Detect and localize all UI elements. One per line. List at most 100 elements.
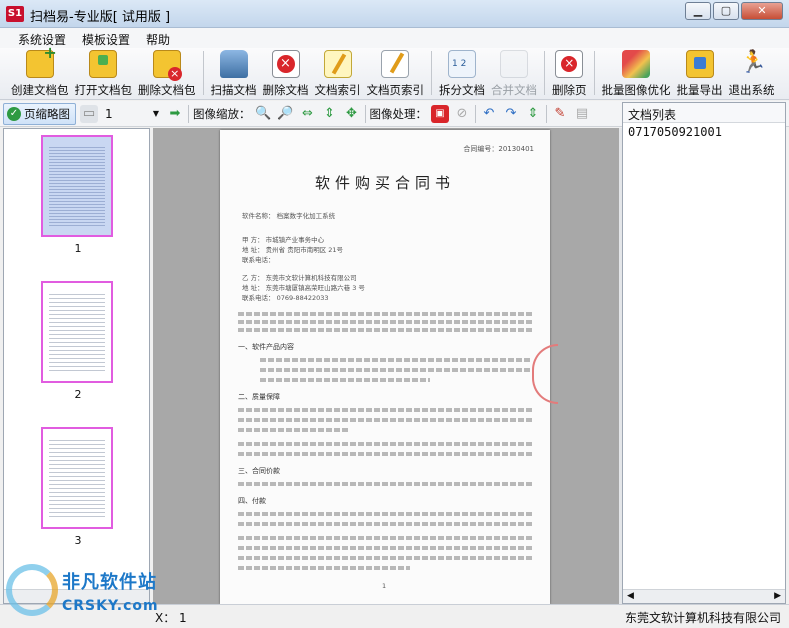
minimize-button[interactable]: ▁ bbox=[685, 2, 711, 20]
body-text bbox=[238, 408, 532, 412]
split-document-label: 拆分文档 bbox=[439, 83, 485, 97]
scan-document-button[interactable]: 扫描文档 bbox=[208, 48, 260, 98]
window-controls: ▁ ▢ ✕ bbox=[685, 2, 783, 20]
menu-template-settings[interactable]: 模板设置 bbox=[74, 28, 138, 48]
rotate-right-icon[interactable]: ↷ bbox=[502, 105, 520, 123]
watermark-url: CRSKY.com bbox=[62, 598, 159, 614]
horizontal-scrollbar[interactable]: ◀ ▶ bbox=[623, 589, 785, 603]
title-bar: S1 扫档易-专业版[ 试用版 ] ▁ ▢ ✕ bbox=[0, 0, 789, 28]
image-disabled-icon[interactable]: ⊘ bbox=[453, 105, 471, 123]
thumbnail-number: 2 bbox=[74, 388, 82, 401]
folder-new-icon bbox=[25, 43, 57, 78]
menu-bar: 系统设置 模板设置 帮助 bbox=[0, 28, 789, 48]
document-page: 合同编号：20130401 软件购买合同书 软件名称： 档案数字化加工系统 甲 … bbox=[220, 130, 558, 604]
document-list-panel: 文档列表 0717050921001 ◀ ▶ bbox=[622, 102, 786, 604]
watermark-text: 非凡软件站 bbox=[62, 572, 157, 593]
scroll-right-icon[interactable]: ▶ bbox=[774, 590, 781, 603]
folder-open-icon bbox=[89, 50, 118, 78]
folder-delete-icon bbox=[152, 50, 182, 81]
party-a-line: 甲 方： 市城镇产业事务中心 bbox=[242, 236, 325, 244]
seal-stamp bbox=[532, 344, 558, 404]
image-color-icon[interactable]: ▣ bbox=[431, 104, 449, 123]
merge-document-icon bbox=[500, 50, 528, 78]
body-text bbox=[238, 418, 532, 422]
fit-width-icon[interactable]: ⇔ bbox=[299, 105, 317, 123]
document-delete-icon bbox=[271, 50, 300, 78]
image-optimize-icon bbox=[622, 50, 650, 78]
export-icon bbox=[685, 50, 714, 78]
batch-export-button[interactable]: 批量导出 bbox=[674, 48, 726, 98]
window-title: 扫档易-专业版[ 试用版 ] bbox=[30, 10, 171, 25]
rotate-left-icon[interactable]: ↶ bbox=[480, 105, 498, 123]
app-logo-icon: S1 bbox=[6, 6, 24, 22]
create-package-label: 创建文档包 bbox=[11, 83, 69, 97]
scan-document-label: 扫描文档 bbox=[210, 83, 257, 97]
zoom-in-icon[interactable]: 🔍 bbox=[255, 105, 273, 123]
body-text bbox=[238, 452, 532, 456]
body-text bbox=[260, 378, 430, 382]
document-viewer[interactable]: 合同编号：20130401 软件购买合同书 软件名称： 档案数字化加工系统 甲 … bbox=[153, 128, 619, 604]
merge-document-button[interactable]: 合并文档 bbox=[488, 48, 540, 98]
body-text bbox=[238, 512, 532, 516]
menu-help[interactable]: 帮助 bbox=[138, 28, 178, 48]
body-text bbox=[238, 536, 532, 540]
exit-system-label: 退出系统 bbox=[728, 83, 775, 97]
image-process-label: 图像处理： bbox=[369, 106, 428, 121]
fit-height-icon[interactable]: ⇕ bbox=[321, 105, 339, 123]
go-page-icon[interactable]: ➡ bbox=[166, 105, 184, 123]
scroll-left-icon[interactable]: ◀ bbox=[627, 590, 634, 603]
body-text bbox=[260, 368, 532, 372]
delete-document-button[interactable]: 删除文档 bbox=[260, 48, 312, 98]
address-a-line: 地 址： 贵州省 贵阳市南明区 21号 bbox=[242, 246, 344, 254]
exit-icon bbox=[738, 50, 767, 78]
scanner-icon bbox=[219, 50, 248, 78]
address-b-line: 地 址： 东莞市塘厦镇高荣旺山路六巷 3 号 bbox=[242, 284, 365, 292]
menu-system-settings[interactable]: 系统设置 bbox=[10, 28, 74, 48]
page-thumbnail-label: 页缩略图 bbox=[24, 106, 70, 121]
exit-system-button[interactable]: 退出系统 bbox=[726, 48, 778, 98]
batch-export-label: 批量导出 bbox=[676, 83, 723, 97]
create-package-button[interactable]: 创建文档包 bbox=[8, 43, 72, 98]
thumbnail-item-2[interactable]: 2 bbox=[41, 281, 115, 401]
body-text bbox=[260, 358, 532, 362]
maximize-button[interactable]: ▢ bbox=[713, 2, 739, 20]
thumbnail-panel: 1 2 3 bbox=[3, 128, 150, 604]
batch-optimize-button[interactable]: 批量图像优化 bbox=[599, 48, 674, 98]
page-thumbnail-button[interactable]: ✓ 页缩略图 bbox=[3, 102, 76, 125]
page-number-select[interactable]: 1 ▼ bbox=[102, 105, 162, 123]
delete-page-button[interactable]: 删除页 bbox=[549, 48, 590, 98]
toolbar-separator bbox=[544, 51, 545, 95]
thumbnail-item-1[interactable]: 1 bbox=[41, 135, 115, 255]
open-package-button[interactable]: 打开文档包 bbox=[72, 48, 136, 98]
software-name-line: 软件名称： 档案数字化加工系统 bbox=[242, 212, 336, 220]
merge-document-label: 合并文档 bbox=[491, 83, 537, 97]
fit-page-icon[interactable]: ✥ bbox=[343, 105, 361, 123]
save-image-icon[interactable]: ▤ bbox=[573, 105, 591, 123]
delete-page-label: 删除页 bbox=[552, 83, 587, 97]
thumbnail-item-3[interactable]: 3 bbox=[41, 427, 115, 547]
deskew-icon[interactable]: ✎ bbox=[551, 105, 569, 123]
delete-package-label: 删除文档包 bbox=[138, 83, 196, 97]
page-number-value: 1 bbox=[105, 106, 113, 121]
contract-number: 合同编号：20130401 bbox=[463, 145, 534, 153]
delete-document-label: 删除文档 bbox=[262, 83, 309, 97]
body-text bbox=[238, 546, 532, 550]
toolbar-separator bbox=[593, 51, 595, 95]
split-document-button[interactable]: 拆分文档 bbox=[436, 48, 488, 98]
zoom-out-icon[interactable]: 🔎 bbox=[277, 105, 295, 123]
flip-vertical-icon[interactable]: ⇕ bbox=[524, 105, 542, 123]
page-delete-icon bbox=[555, 50, 584, 78]
toolbar-separator bbox=[202, 51, 204, 95]
toolbar-separator bbox=[546, 104, 547, 123]
delete-package-button[interactable]: 删除文档包 bbox=[135, 48, 199, 98]
thumbnail-number: 3 bbox=[74, 534, 82, 547]
close-button[interactable]: ✕ bbox=[741, 2, 783, 20]
thumbnail-page bbox=[41, 281, 113, 383]
document-list-item[interactable]: 0717050921001 bbox=[623, 123, 785, 141]
phone-a-line: 联系电话： bbox=[242, 256, 275, 264]
page-index-button[interactable]: 文档页索引 bbox=[364, 48, 428, 98]
page-index-icon bbox=[381, 50, 410, 78]
document-index-button[interactable]: 文档索引 bbox=[312, 48, 364, 98]
body-text bbox=[238, 556, 532, 560]
watermark-logo-icon bbox=[6, 564, 58, 616]
